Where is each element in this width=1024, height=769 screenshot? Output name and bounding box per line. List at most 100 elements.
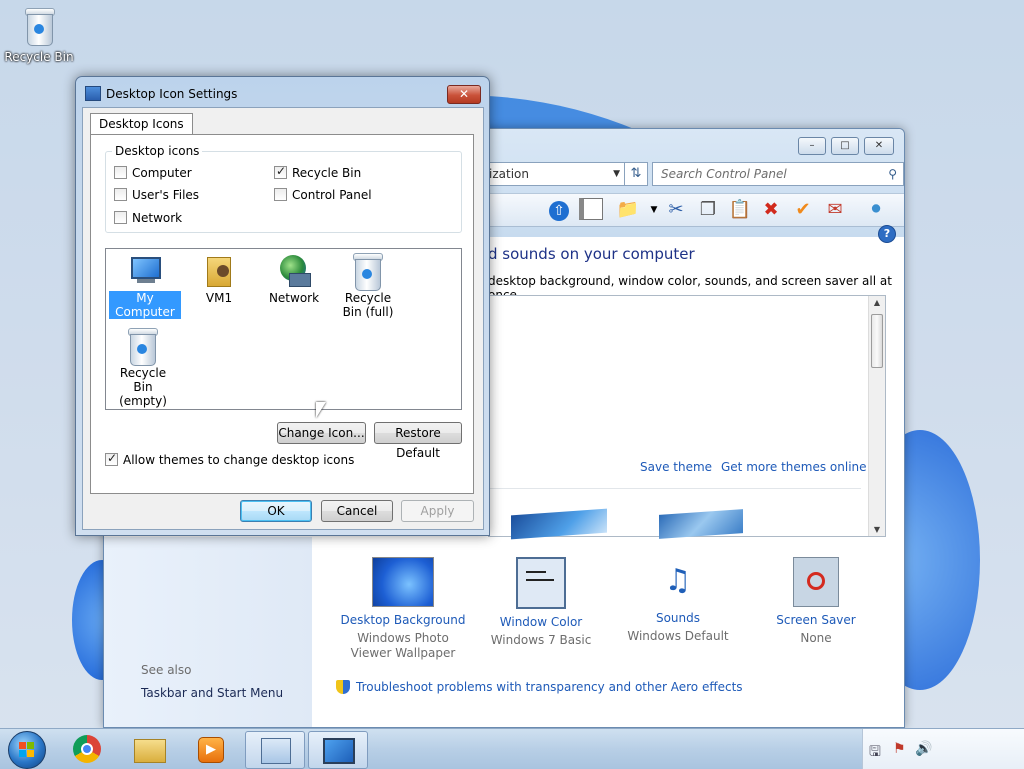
refresh-icon[interactable]: ⇅ (624, 162, 648, 186)
checkbox-box[interactable] (114, 166, 127, 179)
taskbar-display-settings[interactable] (308, 731, 368, 769)
address-bar[interactable]: ization ▼ (484, 162, 625, 186)
group-label: Desktop icons (112, 144, 203, 158)
checkmark-icon[interactable]: ✔ (791, 198, 815, 222)
checkbox-box[interactable] (274, 188, 287, 201)
dialog-title: Desktop Icon Settings (106, 87, 238, 101)
panel-icon[interactable] (579, 198, 603, 222)
list-item[interactable]: Network (258, 253, 330, 305)
sounds-tile[interactable]: ♫ Sounds Windows Default (613, 557, 743, 644)
computer-checkbox[interactable]: Computer (114, 166, 192, 180)
theme-thumbnail[interactable] (659, 509, 743, 539)
change-icon-button[interactable]: Change Icon... (277, 422, 366, 444)
themes-scrollbar[interactable]: ▲ ▼ (868, 296, 885, 536)
help-icon[interactable]: ? (878, 225, 896, 243)
display-settings-icon (323, 738, 355, 764)
control-panel-icon (261, 738, 291, 764)
cancel-button[interactable]: Cancel (321, 500, 393, 522)
scroll-thumb[interactable] (871, 314, 883, 368)
see-also-label: See also (141, 663, 192, 677)
cut-icon[interactable]: ✂ (664, 198, 688, 222)
copy-icon[interactable]: ❐ (696, 198, 720, 222)
folder-icon[interactable]: 📁 (616, 198, 640, 222)
screen-saver-tile[interactable]: Screen Saver None (751, 557, 881, 646)
start-orb-icon[interactable] (8, 731, 46, 769)
display-settings-icon (85, 86, 101, 101)
desktop-icon-settings-dialog: Desktop Icon Settings ✕ Desktop Icons De… (75, 76, 490, 536)
theme-thumbnail[interactable] (511, 508, 607, 540)
system-tray: 🖫 ⚑ 🔊 (862, 729, 1024, 769)
troubleshoot-link[interactable]: Troubleshoot problems with transparency … (356, 680, 743, 694)
search-input[interactable]: Search Control Panel ⚲ (652, 162, 904, 186)
shield-icon (336, 680, 350, 694)
taskbar-chrome[interactable] (58, 731, 116, 767)
taskbar-start-menu-link[interactable]: Taskbar and Start Menu (141, 686, 283, 700)
control-panel-checkbox[interactable]: Control Panel (274, 188, 372, 202)
desktop-icons-group: Desktop icons Computer Recycle Bin User'… (105, 144, 462, 233)
delete-icon[interactable]: ✖ (759, 198, 783, 222)
window-color-tile[interactable]: Window Color Windows 7 Basic (476, 557, 606, 648)
scroll-down-icon[interactable]: ▼ (869, 525, 885, 534)
mouse-cursor (316, 402, 326, 418)
chrome-icon (73, 735, 101, 763)
desktop-recycle-bin[interactable]: Recycle Bin (4, 6, 74, 64)
folder-icon (134, 739, 166, 763)
themes-divider (489, 488, 861, 489)
recycle-bin-checkbox[interactable]: Recycle Bin (274, 164, 361, 180)
list-item[interactable]: My Computer (108, 253, 182, 320)
search-placeholder: Search Control Panel (661, 167, 787, 181)
list-item[interactable]: Recycle Bin (full) (332, 253, 404, 319)
search-icon[interactable]: ⚲ (888, 163, 897, 185)
allow-themes-checkbox[interactable]: Allow themes to change desktop icons (105, 451, 354, 467)
themes-list[interactable]: ▲ ▼ Save theme Get more themes online (488, 295, 886, 540)
action-center-flag-icon[interactable]: ⚑ (893, 741, 906, 757)
see-also-panel: See also Taskbar and Start Menu (104, 537, 312, 727)
minimize-button[interactable]: – (798, 137, 826, 155)
volume-icon[interactable]: 🔊 (915, 741, 932, 757)
screen-saver-icon (793, 557, 839, 607)
apply-button[interactable]: Apply (401, 500, 474, 522)
close-button[interactable]: ✕ (864, 137, 894, 155)
chevron-down-icon[interactable]: ▼ (613, 163, 620, 185)
dropdown-icon[interactable]: ▼ (642, 198, 666, 222)
recycle-bin-full-icon (351, 253, 385, 291)
scroll-up-icon[interactable]: ▲ (869, 298, 885, 307)
address-text: ization (489, 167, 529, 181)
dialog-client: Desktop Icons Desktop icons Computer Rec… (82, 107, 484, 530)
shell-icon[interactable]: ⚫ (864, 198, 888, 222)
tab-page: Desktop icons Computer Recycle Bin User'… (90, 134, 474, 494)
dialog-close-button[interactable]: ✕ (447, 85, 481, 104)
taskbar-explorer[interactable] (120, 731, 178, 767)
network-icon (277, 253, 311, 287)
get-more-themes-link[interactable]: Get more themes online (721, 460, 867, 474)
network-icon[interactable]: 🖫 (869, 741, 881, 765)
network-checkbox[interactable]: Network (114, 211, 182, 225)
computer-icon (128, 253, 162, 287)
checkbox-box[interactable] (114, 211, 127, 224)
ok-button[interactable]: OK (240, 500, 312, 522)
up-arrow-icon[interactable]: ⇧ (549, 201, 569, 221)
maximize-button[interactable]: □ (831, 137, 859, 155)
checkbox-box[interactable] (114, 188, 127, 201)
properties-icon[interactable]: ✉ (823, 198, 847, 222)
checkbox-box[interactable] (105, 451, 118, 466)
paste-icon[interactable]: 📋 (728, 198, 752, 222)
recycle-bin-empty-icon (126, 328, 160, 366)
save-theme-link[interactable]: Save theme (640, 460, 712, 474)
users-files-checkbox[interactable]: User's Files (114, 188, 199, 202)
list-item[interactable]: VM1 (183, 253, 255, 305)
taskbar-media-player[interactable]: ▶ (182, 731, 240, 767)
taskbar-control-panel[interactable] (245, 731, 305, 769)
tab-desktop-icons[interactable]: Desktop Icons (90, 113, 193, 135)
recycle-bin-icon (23, 8, 55, 46)
restore-default-button[interactable]: Restore Default (374, 422, 462, 460)
list-item[interactable]: Recycle Bin (empty) (107, 328, 179, 408)
desktop-recycle-bin-label: Recycle Bin (4, 50, 74, 64)
desktop-background-icon (372, 557, 434, 607)
page-heading: d sounds on your computer (488, 245, 695, 263)
taskbar: ▶ 🖫 ⚑ 🔊 (0, 728, 1024, 769)
checkbox-box[interactable] (274, 164, 287, 179)
sounds-icon: ♫ (664, 563, 692, 598)
desktop-background-tile[interactable]: Desktop Background Windows Photo Viewer … (338, 557, 468, 661)
icon-list[interactable]: My Computer VM1 Network Recycle Bin (ful… (105, 248, 462, 410)
